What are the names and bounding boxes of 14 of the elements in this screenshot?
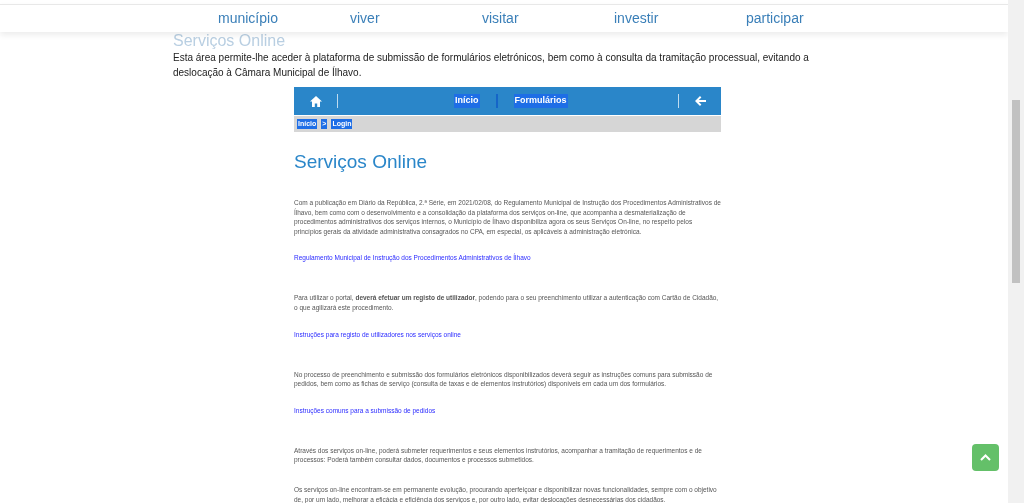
embedded-title: Serviços Online <box>294 150 429 174</box>
nav-link[interactable]: município <box>218 8 350 29</box>
scrollbar[interactable] <box>1008 0 1024 503</box>
page-title: Serviços Online <box>173 32 286 50</box>
scroll-to-top-button[interactable] <box>972 444 999 471</box>
nav-link[interactable]: visitar <box>482 8 614 29</box>
toolbar-link[interactable]: Formulários <box>513 94 568 108</box>
chevron-up-icon <box>980 454 991 461</box>
intro-paragraph: Esta área permite-lhe aceder à plataforma de submissão de formulários eletrónicos, bem como à consulta da tramitação processual, evitando a deslocação à Câmara Municipal de Ílhavo. <box>173 51 810 80</box>
toolbar-link[interactable]: Início <box>454 94 480 108</box>
nav-link[interactable]: viver <box>350 8 482 29</box>
nav-link[interactable]: investir <box>614 8 746 29</box>
nav-link[interactable]: participar <box>746 8 878 29</box>
scrollbar-thumb[interactable] <box>1012 100 1020 283</box>
